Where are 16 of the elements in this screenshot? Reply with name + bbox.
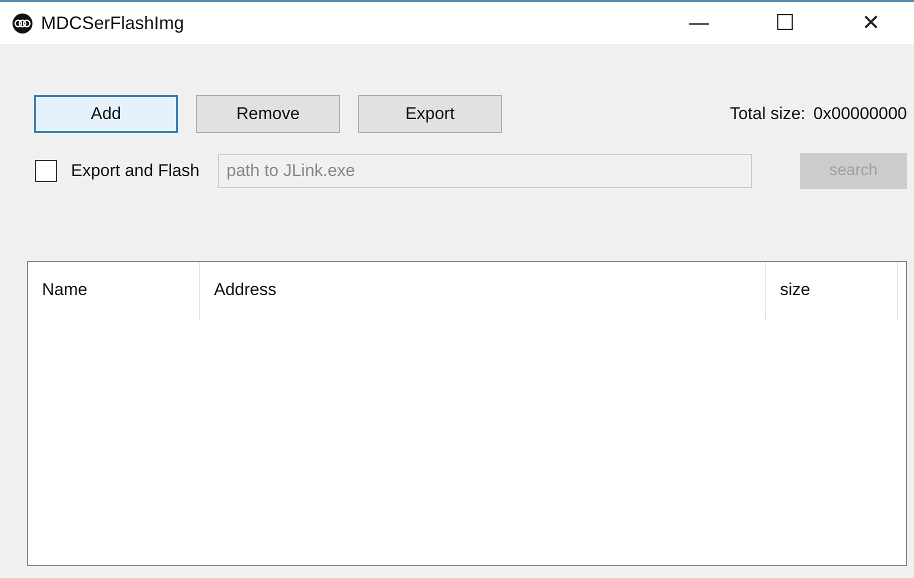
column-header[interactable]: size	[766, 262, 898, 320]
export-and-flash-checkbox[interactable]	[35, 160, 57, 182]
total-size-value: 0x00000000	[813, 104, 907, 124]
close-button[interactable]: ✕	[828, 2, 914, 44]
path-input-field[interactable]: path to JLink.exe	[218, 154, 752, 188]
total-size-label: Total size:	[730, 104, 806, 124]
column-header[interactable]: Address	[200, 262, 766, 320]
action-button[interactable]: Remove	[196, 95, 340, 133]
minimize-button[interactable]: —	[656, 2, 742, 44]
action-button[interactable]: Add	[34, 95, 178, 133]
window-title: MDCSerFlashImg	[41, 12, 184, 34]
checkbox-label: Export and Flash	[71, 161, 200, 181]
maximize-button[interactable]: ☐	[742, 2, 828, 44]
column-header[interactable]: Name	[28, 262, 200, 320]
app-logo-icon	[12, 12, 33, 34]
action-button[interactable]: Export	[358, 95, 502, 133]
